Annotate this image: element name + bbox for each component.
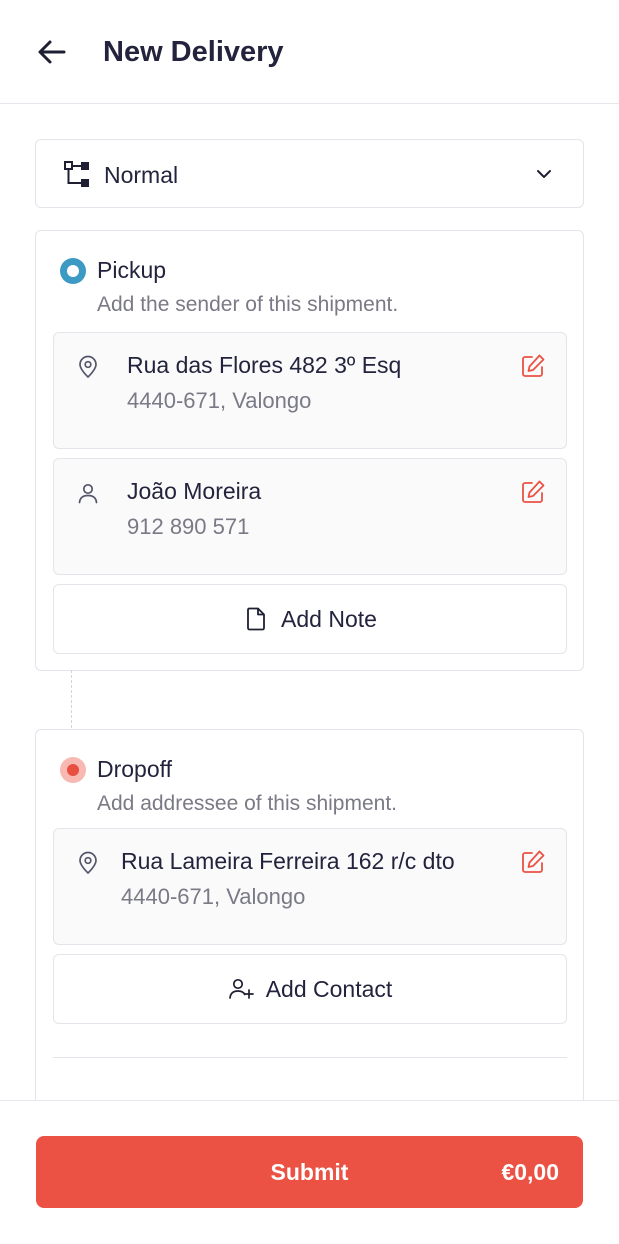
- app-header: New Delivery: [0, 0, 619, 104]
- chevron-down-icon: [537, 170, 551, 178]
- add-note-button[interactable]: Add Note: [53, 584, 567, 654]
- footer-bar: Submit €0,00: [0, 1100, 619, 1244]
- dropoff-address-box[interactable]: Rua Lameira Ferreira 162 r/c dto 4440-67…: [53, 828, 567, 945]
- pickup-dot-icon: [60, 258, 86, 284]
- user-icon: [78, 483, 98, 504]
- location-pin-icon: [79, 851, 97, 874]
- dropoff-address-line1: Rua Lameira Ferreira 162 r/c dto: [121, 848, 455, 874]
- delivery-type-value: Normal: [104, 162, 179, 188]
- edit-icon[interactable]: [520, 849, 546, 875]
- pickup-contact-phone: 912 890 571: [127, 514, 250, 539]
- hierarchy-icon: [64, 161, 89, 187]
- pickup-address-line2: 4440-671, Valongo: [127, 388, 312, 413]
- pickup-contact-name: João Moreira: [127, 478, 262, 504]
- location-pin-icon: [79, 355, 97, 378]
- submit-button[interactable]: Submit €0,00: [36, 1136, 583, 1208]
- arrow-left-icon: [38, 40, 66, 64]
- dropoff-card: Dropoff Add addressee of this shipment. …: [35, 729, 584, 1100]
- dropoff-subtitle: Add addressee of this shipment.: [97, 792, 398, 815]
- pickup-address-line1: Rua das Flores 482 3º Esq: [127, 352, 402, 378]
- route-connector: [71, 670, 72, 728]
- delivery-type-select[interactable]: Normal: [35, 139, 584, 208]
- add-note-label: Add Note: [281, 606, 377, 632]
- document-icon: [247, 607, 265, 631]
- add-contact-label: Add Contact: [265, 976, 393, 1002]
- add-contact-button[interactable]: Add Contact: [53, 954, 567, 1024]
- pickup-subtitle: Add the sender of this shipment.: [97, 293, 399, 316]
- delivery-form: Normal Pickup Add the sender of this shi…: [0, 104, 619, 1100]
- pickup-address-box[interactable]: Rua das Flores 482 3º Esq 4440-671, Valo…: [53, 332, 567, 449]
- total-price: €0,00: [501, 1159, 559, 1185]
- dropoff-address-line2: 4440-671, Valongo: [121, 884, 306, 909]
- edit-icon[interactable]: [520, 353, 546, 379]
- dropoff-dot-icon: [60, 757, 86, 783]
- pickup-title: Pickup: [97, 257, 167, 283]
- user-plus-icon: [228, 978, 254, 999]
- back-button[interactable]: [30, 30, 74, 74]
- page-title: New Delivery: [103, 36, 284, 68]
- dropoff-title: Dropoff: [97, 756, 173, 782]
- divider: [53, 1057, 567, 1058]
- edit-icon[interactable]: [520, 479, 546, 505]
- pickup-card: Pickup Add the sender of this shipment. …: [35, 230, 584, 671]
- pickup-contact-box[interactable]: João Moreira 912 890 571: [53, 458, 567, 575]
